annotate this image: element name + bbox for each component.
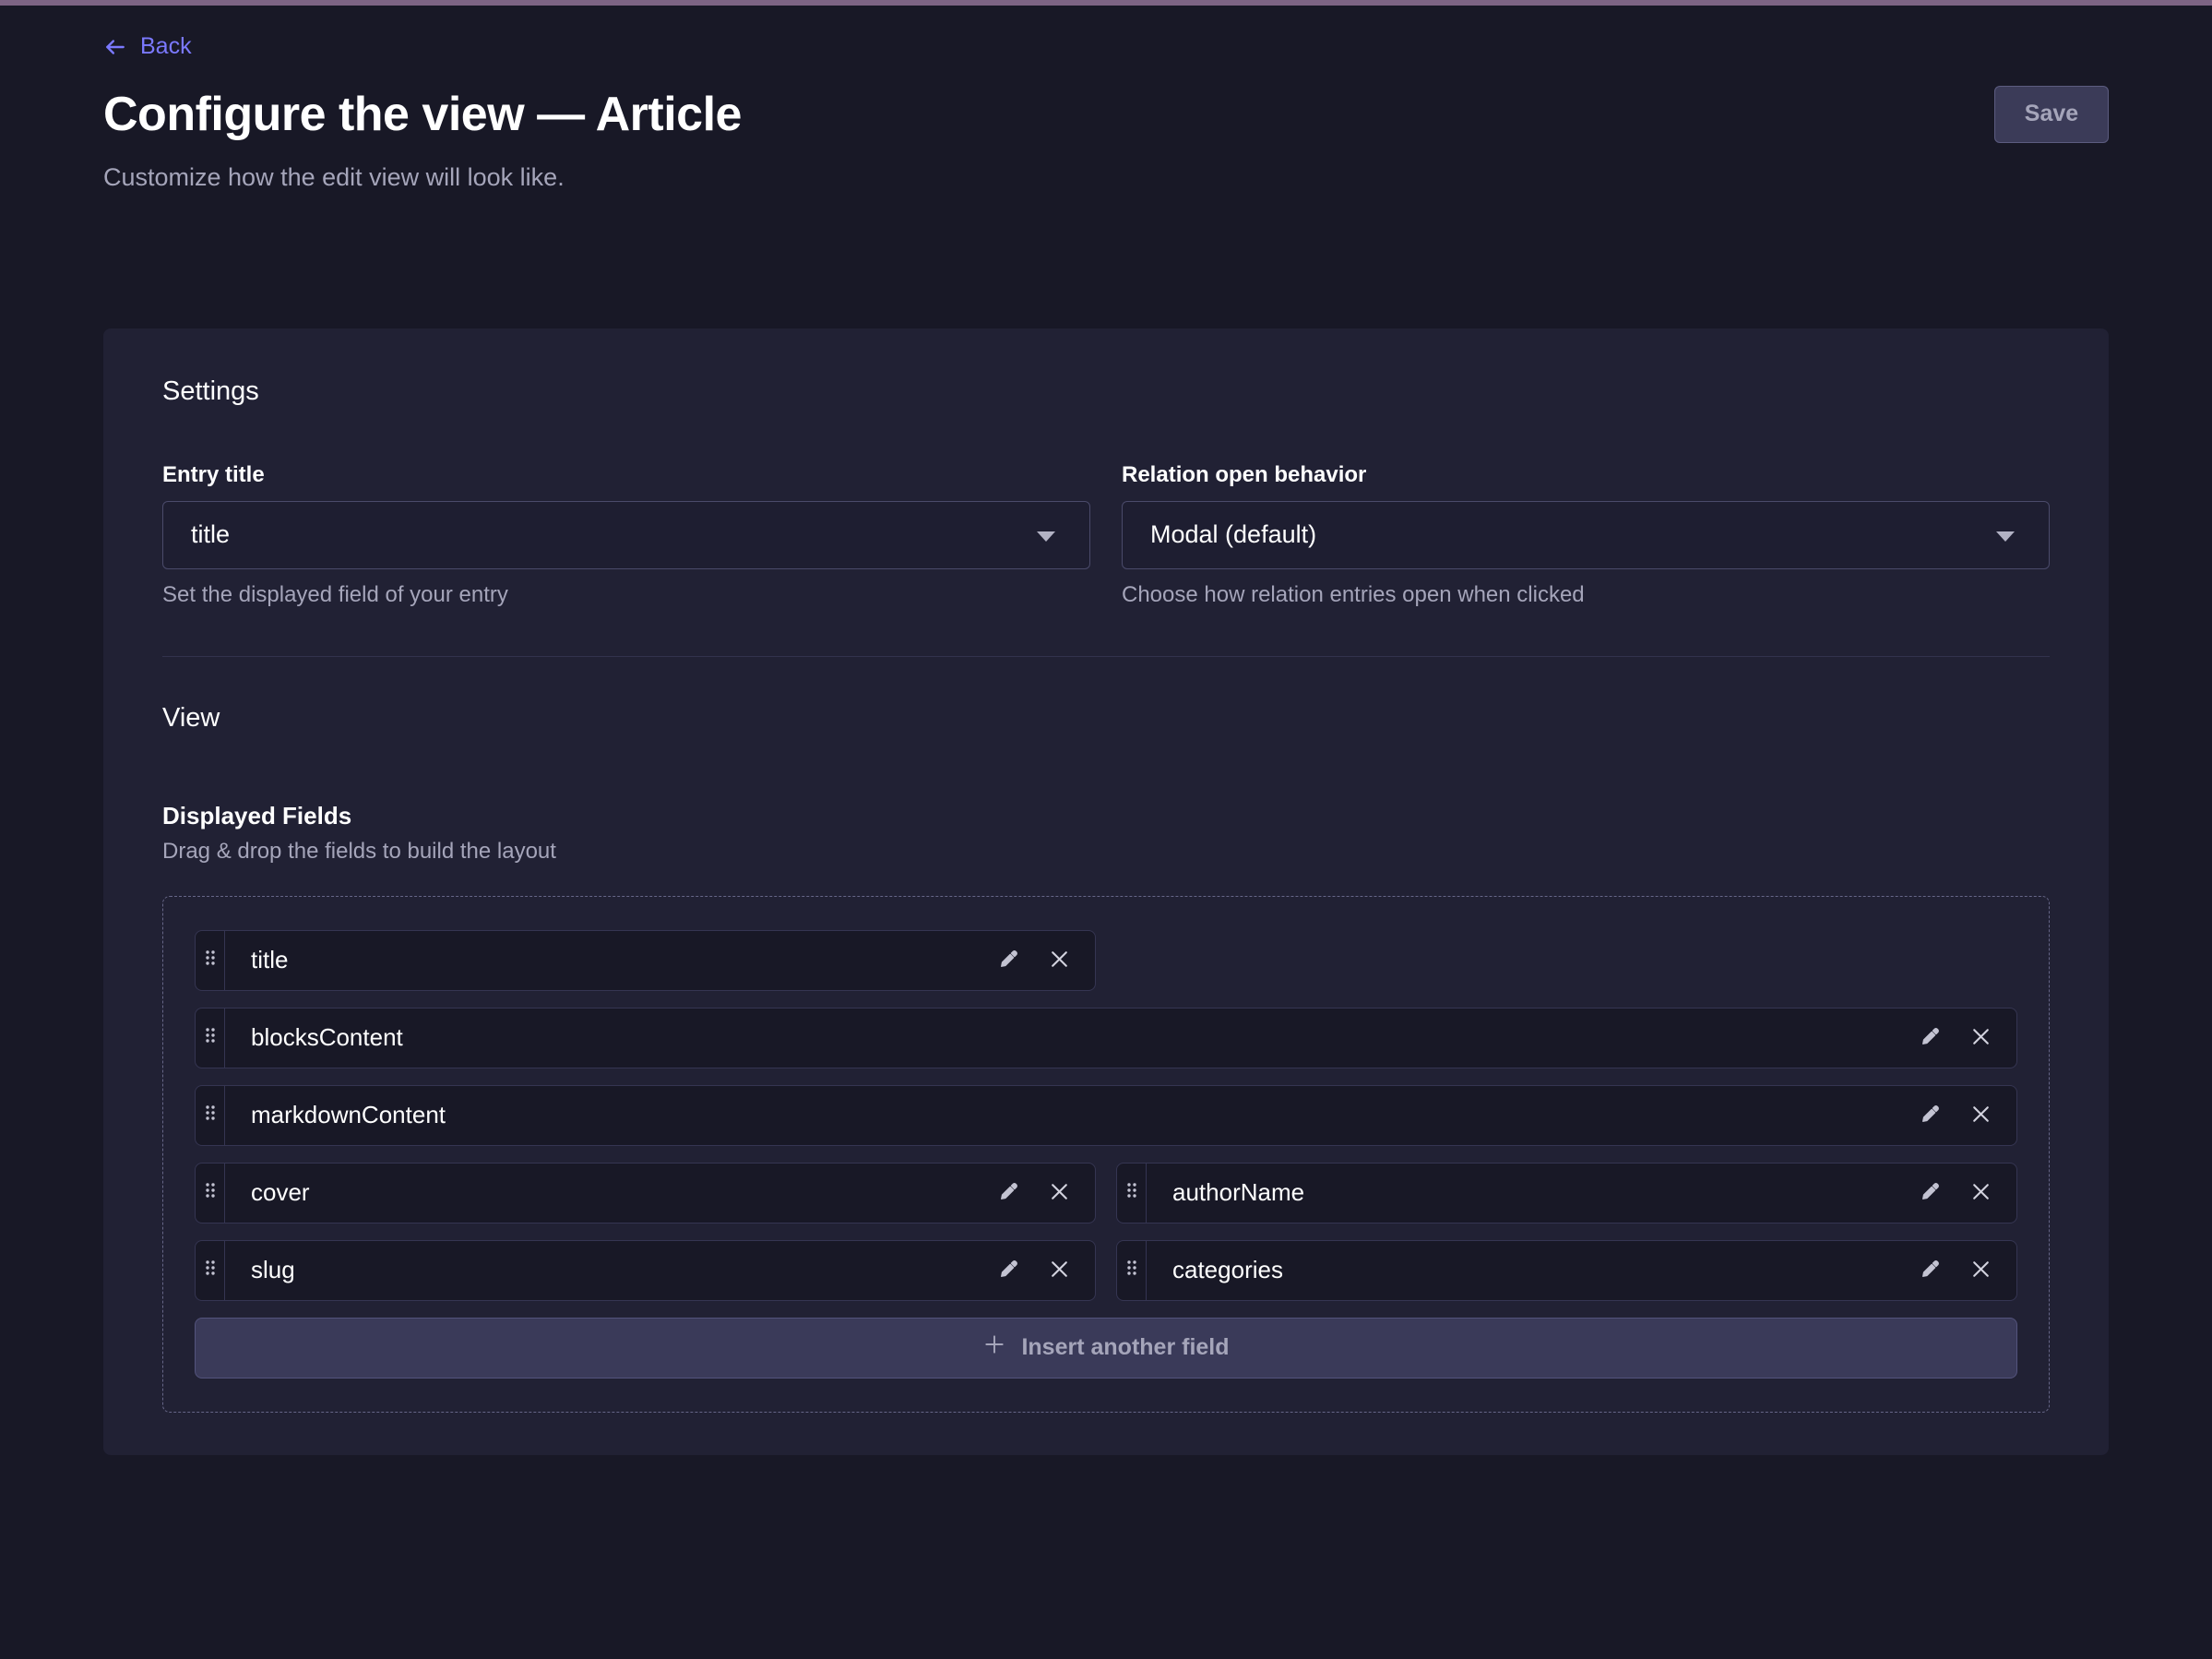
remove-field-button[interactable] [1969, 1103, 1992, 1128]
edit-field-button[interactable] [1919, 1103, 1942, 1128]
remove-field-button[interactable] [1969, 1180, 1992, 1206]
field-card-authorName[interactable]: authorName [1116, 1163, 2017, 1223]
field-actions [1919, 1258, 2016, 1283]
settings-card: Settings Entry title title Set the displ… [103, 328, 2109, 1455]
field-actions [997, 948, 1095, 973]
field-card-slug[interactable]: slug [195, 1240, 1096, 1301]
cross-icon [1969, 1180, 1992, 1206]
arrow-left-icon [103, 35, 127, 59]
entry-title-label: Entry title [162, 462, 1090, 488]
chevron-down-icon [1036, 520, 1056, 549]
cross-icon [1969, 1258, 1992, 1283]
plus-icon [982, 1332, 1006, 1363]
pencil-icon [1919, 1180, 1942, 1206]
edit-field-button[interactable] [997, 1258, 1020, 1283]
cross-icon [1048, 1258, 1071, 1283]
drag-grip-icon [205, 949, 216, 971]
field-name: authorName [1172, 1178, 1919, 1207]
field-name: cover [251, 1178, 997, 1207]
field-card-categories[interactable]: categories [1116, 1240, 2017, 1301]
drag-handle[interactable] [1117, 1241, 1147, 1300]
cross-icon [1969, 1103, 1992, 1128]
entry-title-select[interactable]: title [162, 501, 1090, 569]
field-card-markdownContent[interactable]: markdownContent [195, 1085, 2017, 1146]
back-label: Back [140, 33, 192, 60]
pencil-icon [1919, 1103, 1942, 1128]
drag-grip-icon [1126, 1182, 1137, 1203]
drag-handle[interactable] [196, 1086, 225, 1145]
drag-handle[interactable] [196, 1241, 225, 1300]
edit-field-button[interactable] [1919, 1180, 1942, 1206]
view-heading: View [162, 703, 2050, 734]
cross-icon [1048, 1180, 1071, 1206]
remove-field-button[interactable] [1969, 1025, 1992, 1051]
page-title: Configure the view — Article [103, 87, 742, 142]
chevron-down-icon [1995, 520, 2016, 549]
fields-drop-zone: title [162, 896, 2050, 1413]
displayed-fields-title: Displayed Fields [162, 802, 2050, 830]
pencil-icon [1919, 1258, 1942, 1283]
edit-field-button[interactable] [997, 1180, 1020, 1206]
pencil-icon [997, 948, 1020, 973]
field-actions [997, 1180, 1095, 1206]
page-header: Configure the view — Article Save [103, 86, 2109, 143]
field-name: blocksContent [251, 1023, 1919, 1052]
settings-form: Entry title title Set the displayed fiel… [162, 462, 2050, 608]
drag-grip-icon [205, 1104, 216, 1126]
section-divider [162, 656, 2050, 657]
pencil-icon [997, 1180, 1020, 1206]
drag-handle[interactable] [196, 931, 225, 990]
page-subtitle: Customize how the edit view will look li… [103, 163, 2109, 192]
insert-field-button[interactable]: Insert another field [195, 1318, 2017, 1379]
relation-behavior-group: Relation open behavior Modal (default) C… [1122, 462, 2050, 608]
relation-behavior-hint: Choose how relation entries open when cl… [1122, 582, 2050, 608]
field-name: categories [1172, 1256, 1919, 1284]
remove-field-button[interactable] [1048, 948, 1071, 973]
drag-handle[interactable] [196, 1009, 225, 1068]
edit-field-button[interactable] [1919, 1258, 1942, 1283]
pencil-icon [997, 1258, 1020, 1283]
field-name: title [251, 946, 997, 974]
insert-field-label: Insert another field [1021, 1334, 1229, 1361]
field-actions [1919, 1025, 2016, 1051]
drag-handle[interactable] [196, 1164, 225, 1223]
field-actions [1919, 1103, 2016, 1128]
drag-handle[interactable] [1117, 1164, 1147, 1223]
field-actions [997, 1258, 1095, 1283]
save-button[interactable]: Save [1994, 86, 2109, 143]
remove-field-button[interactable] [1969, 1258, 1992, 1283]
relation-behavior-label: Relation open behavior [1122, 462, 2050, 488]
cross-icon [1969, 1025, 1992, 1051]
entry-title-value: title [191, 520, 230, 549]
settings-heading: Settings [162, 376, 2050, 407]
field-name: slug [251, 1256, 997, 1284]
field-card-blocksContent[interactable]: blocksContent [195, 1008, 2017, 1068]
field-actions [1919, 1180, 2016, 1206]
drag-grip-icon [1126, 1259, 1137, 1281]
relation-behavior-value: Modal (default) [1150, 520, 1316, 549]
configure-view-page: Back Configure the view — Article Save C… [0, 6, 2212, 1455]
entry-title-group: Entry title title Set the displayed fiel… [162, 462, 1090, 608]
drag-grip-icon [205, 1259, 216, 1281]
entry-title-hint: Set the displayed field of your entry [162, 582, 1090, 608]
remove-field-button[interactable] [1048, 1258, 1071, 1283]
pencil-icon [1919, 1025, 1942, 1051]
drag-grip-icon [205, 1027, 216, 1048]
displayed-fields-subtitle: Drag & drop the fields to build the layo… [162, 839, 2050, 865]
drag-grip-icon [205, 1182, 216, 1203]
field-card-title[interactable]: title [195, 930, 1096, 991]
relation-behavior-select[interactable]: Modal (default) [1122, 501, 2050, 569]
edit-field-button[interactable] [997, 948, 1020, 973]
fields-grid: title [195, 930, 2017, 1379]
back-link[interactable]: Back [103, 33, 192, 60]
cross-icon [1048, 948, 1071, 973]
field-name: markdownContent [251, 1101, 1919, 1129]
remove-field-button[interactable] [1048, 1180, 1071, 1206]
field-card-cover[interactable]: cover [195, 1163, 1096, 1223]
edit-field-button[interactable] [1919, 1025, 1942, 1051]
